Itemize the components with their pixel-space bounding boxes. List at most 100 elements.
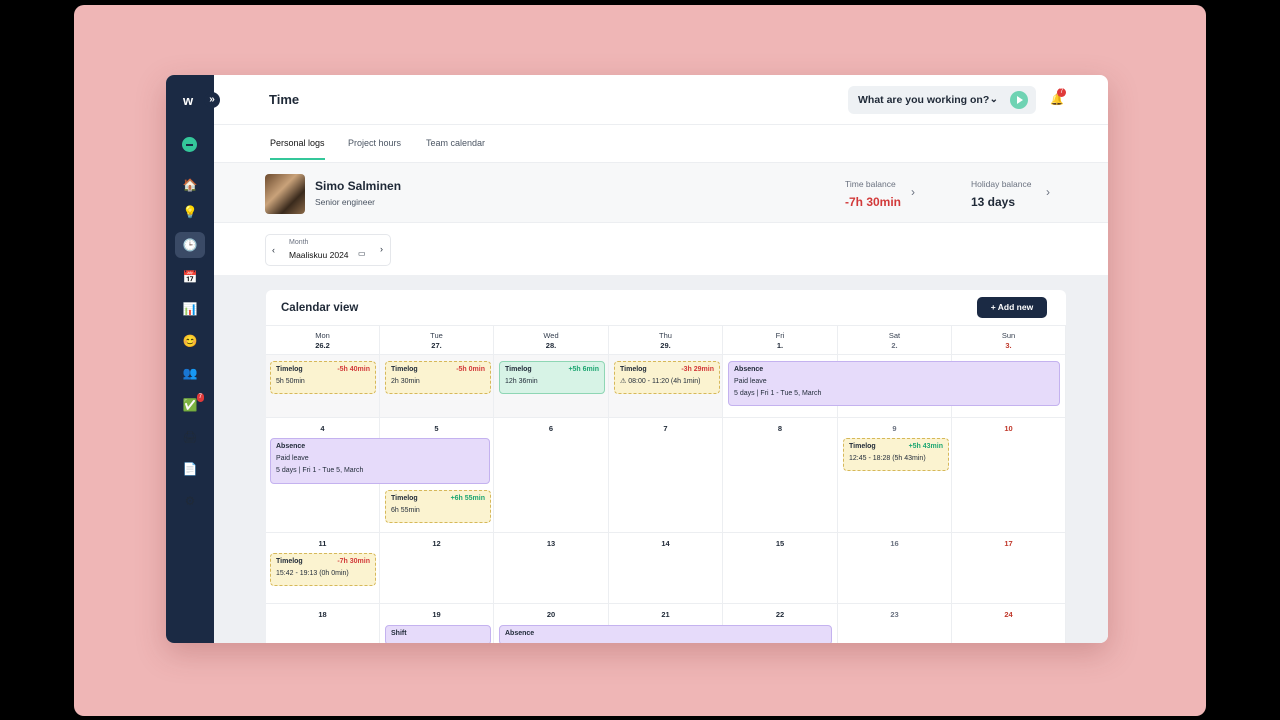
calendar-day-cell[interactable]: 14 bbox=[609, 533, 723, 604]
calendar-day-cell[interactable]: 17 bbox=[952, 533, 1066, 604]
checkmark-icon[interactable]: ✅ 7 bbox=[175, 392, 205, 418]
event-title: Absence bbox=[276, 443, 306, 450]
day-name: Tue bbox=[430, 331, 443, 340]
day-number: 16 bbox=[890, 539, 899, 548]
calendar-icon[interactable]: ▭ bbox=[358, 249, 366, 258]
play-button-icon[interactable] bbox=[1010, 91, 1028, 109]
timelog-event[interactable]: Timelog -3h 29min ⚠ 08:00 - 11:20 (4h 1min… bbox=[614, 361, 720, 394]
tab-project-hours[interactable]: Project hours bbox=[348, 138, 401, 158]
timelog-event[interactable]: Timelog +6h 55min 6h 55min bbox=[385, 490, 491, 523]
calendar-day-cell[interactable]: 10 bbox=[952, 418, 1066, 533]
calendar-day-cell[interactable]: 18 bbox=[266, 604, 380, 643]
app-logo[interactable]: w bbox=[183, 93, 193, 108]
day-number: 4 bbox=[320, 424, 325, 433]
day-number: 19 bbox=[432, 610, 441, 619]
sidebar: w » 🏠 💡 🕒 📅 📊 😊 👥 ✅ 7 🖨 📄 ⚙ bbox=[166, 75, 220, 643]
day-date: 2. bbox=[891, 341, 898, 350]
calendar-day-cell[interactable]: 8 bbox=[723, 418, 838, 533]
day-name: Sun bbox=[1001, 331, 1016, 340]
time-balance-chevron-icon[interactable]: › bbox=[911, 185, 915, 199]
event-title: Shift bbox=[391, 630, 407, 637]
day-number: 9 bbox=[892, 424, 897, 433]
day-header: Wed 28. bbox=[494, 325, 609, 355]
prev-month-icon[interactable]: ‹ bbox=[272, 245, 275, 255]
holiday-balance-label: Holiday balance bbox=[971, 179, 1032, 189]
document-icon[interactable]: 📄 bbox=[175, 456, 205, 482]
event-line-2: 5 days | Fri 1 - Tue 5, March bbox=[734, 390, 822, 397]
add-new-button[interactable]: + Add new bbox=[977, 297, 1047, 318]
day-number: 11 bbox=[318, 539, 327, 548]
holiday-balance-chevron-icon[interactable]: › bbox=[1046, 185, 1050, 199]
calendar-day-cell[interactable]: 24 bbox=[952, 604, 1066, 643]
day-number: 15 bbox=[775, 539, 785, 548]
absence-event[interactable]: Absence Paid leave 5 days | Fri 1 - Tue 5,… bbox=[728, 361, 1060, 406]
timelog-event[interactable]: Timelog +5h 43min 12:45 - 18:28 (5h 43min) bbox=[843, 438, 949, 471]
day-name: Thu bbox=[659, 331, 672, 340]
day-number: 23 bbox=[890, 610, 899, 619]
event-line: 5h 50min bbox=[276, 378, 305, 385]
calendar-icon[interactable]: 📅 bbox=[175, 264, 205, 290]
team-icon[interactable]: 👥 bbox=[175, 360, 205, 386]
topbar: Time What are you working on? ⌄ 🔔 7 bbox=[214, 75, 1108, 125]
status-indicator-icon[interactable] bbox=[182, 137, 197, 152]
time-balance-label: Time balance bbox=[845, 179, 896, 189]
printer-icon[interactable]: 🖨 bbox=[175, 424, 205, 450]
event-line: 15:42 - 19:13 (0h 0min) bbox=[276, 570, 349, 577]
day-number: 6 bbox=[548, 424, 554, 433]
day-header: Tue 27. bbox=[380, 325, 494, 355]
timelog-event[interactable]: Timelog +5h 6min 12h 36min bbox=[499, 361, 605, 394]
filter-bar: ‹ Month Maaliskuu 2024 ▭ › bbox=[214, 223, 1108, 275]
what-working-on-label: What are you working on? bbox=[858, 94, 990, 106]
tab-bar: Personal logs Project hours Team calenda… bbox=[214, 125, 1108, 163]
calendar-day-cell[interactable]: 7 bbox=[609, 418, 723, 533]
what-working-on-select[interactable]: What are you working on? ⌄ bbox=[848, 86, 1036, 114]
day-name: Mon bbox=[315, 331, 330, 340]
calendar-day-cell[interactable]: 23 bbox=[838, 604, 952, 643]
calendar-day-cell[interactable]: 16 bbox=[838, 533, 952, 604]
month-value: Maaliskuu 2024 bbox=[289, 250, 349, 260]
calendar-day-cell[interactable]: 15 bbox=[723, 533, 838, 604]
day-date: 26.2 bbox=[315, 341, 330, 350]
smiley-icon[interactable]: 😊 bbox=[175, 328, 205, 354]
day-header: Fri 1. bbox=[723, 325, 838, 355]
day-number: 7 bbox=[663, 424, 668, 433]
absence-event[interactable]: Absence Paid leave 5 days | Fri 1 - Tue 5,… bbox=[270, 438, 490, 484]
next-month-icon[interactable]: › bbox=[380, 244, 383, 254]
event-delta: +6h 55min bbox=[450, 495, 485, 502]
event-title: Absence bbox=[734, 366, 764, 373]
day-number: 18 bbox=[318, 610, 327, 619]
calendar-day-cell[interactable]: 12 bbox=[380, 533, 494, 604]
event-line-2: 5 days | Fri 1 - Tue 5, March bbox=[276, 467, 364, 474]
calendar-day-cell[interactable]: 9 bbox=[838, 418, 952, 533]
day-header: Mon 26.2 bbox=[266, 325, 380, 355]
day-name: Sat bbox=[888, 331, 901, 340]
event-line: Paid leave bbox=[734, 378, 767, 385]
absence-event[interactable]: Absence bbox=[499, 625, 832, 643]
lightbulb-icon[interactable]: 💡 bbox=[175, 199, 205, 225]
app-window: w » 🏠 💡 🕒 📅 📊 😊 👥 ✅ 7 🖨 📄 ⚙ Time What are you worki… bbox=[166, 75, 1108, 643]
tab-personal-logs[interactable]: Personal logs bbox=[270, 138, 325, 160]
month-picker[interactable]: ‹ Month Maaliskuu 2024 ▭ › bbox=[265, 234, 391, 266]
chevron-down-icon: ⌄ bbox=[989, 94, 998, 105]
day-number: 22 bbox=[775, 610, 785, 619]
day-date: 3. bbox=[1005, 341, 1012, 350]
absence-event[interactable]: Shift bbox=[385, 625, 491, 643]
day-date: 1. bbox=[776, 341, 784, 350]
event-delta: -7h 30min bbox=[337, 558, 370, 565]
clock-icon[interactable]: 🕒 bbox=[175, 232, 205, 258]
day-date: 29. bbox=[660, 341, 671, 350]
gear-icon[interactable]: ⚙ bbox=[175, 488, 205, 514]
calendar-day-cell[interactable]: 13 bbox=[494, 533, 609, 604]
chart-icon[interactable]: 📊 bbox=[175, 296, 205, 322]
day-number: 24 bbox=[1004, 610, 1013, 619]
timelog-event[interactable]: Timelog -7h 30min 15:42 - 19:13 (0h 0min) bbox=[270, 553, 376, 586]
timelog-event[interactable]: Timelog -5h 40min 5h 50min bbox=[270, 361, 376, 394]
timelog-event[interactable]: Timelog -5h 0min 2h 30min bbox=[385, 361, 491, 394]
event-line: 6h 55min bbox=[391, 507, 420, 514]
event-delta: -3h 29min bbox=[681, 366, 714, 373]
page-title: Time bbox=[269, 92, 300, 107]
home-icon[interactable]: 🏠 bbox=[175, 172, 205, 198]
calendar-day-cell[interactable]: 6 bbox=[494, 418, 609, 533]
day-number: 21 bbox=[661, 610, 670, 619]
tab-team-calendar[interactable]: Team calendar bbox=[426, 138, 485, 158]
